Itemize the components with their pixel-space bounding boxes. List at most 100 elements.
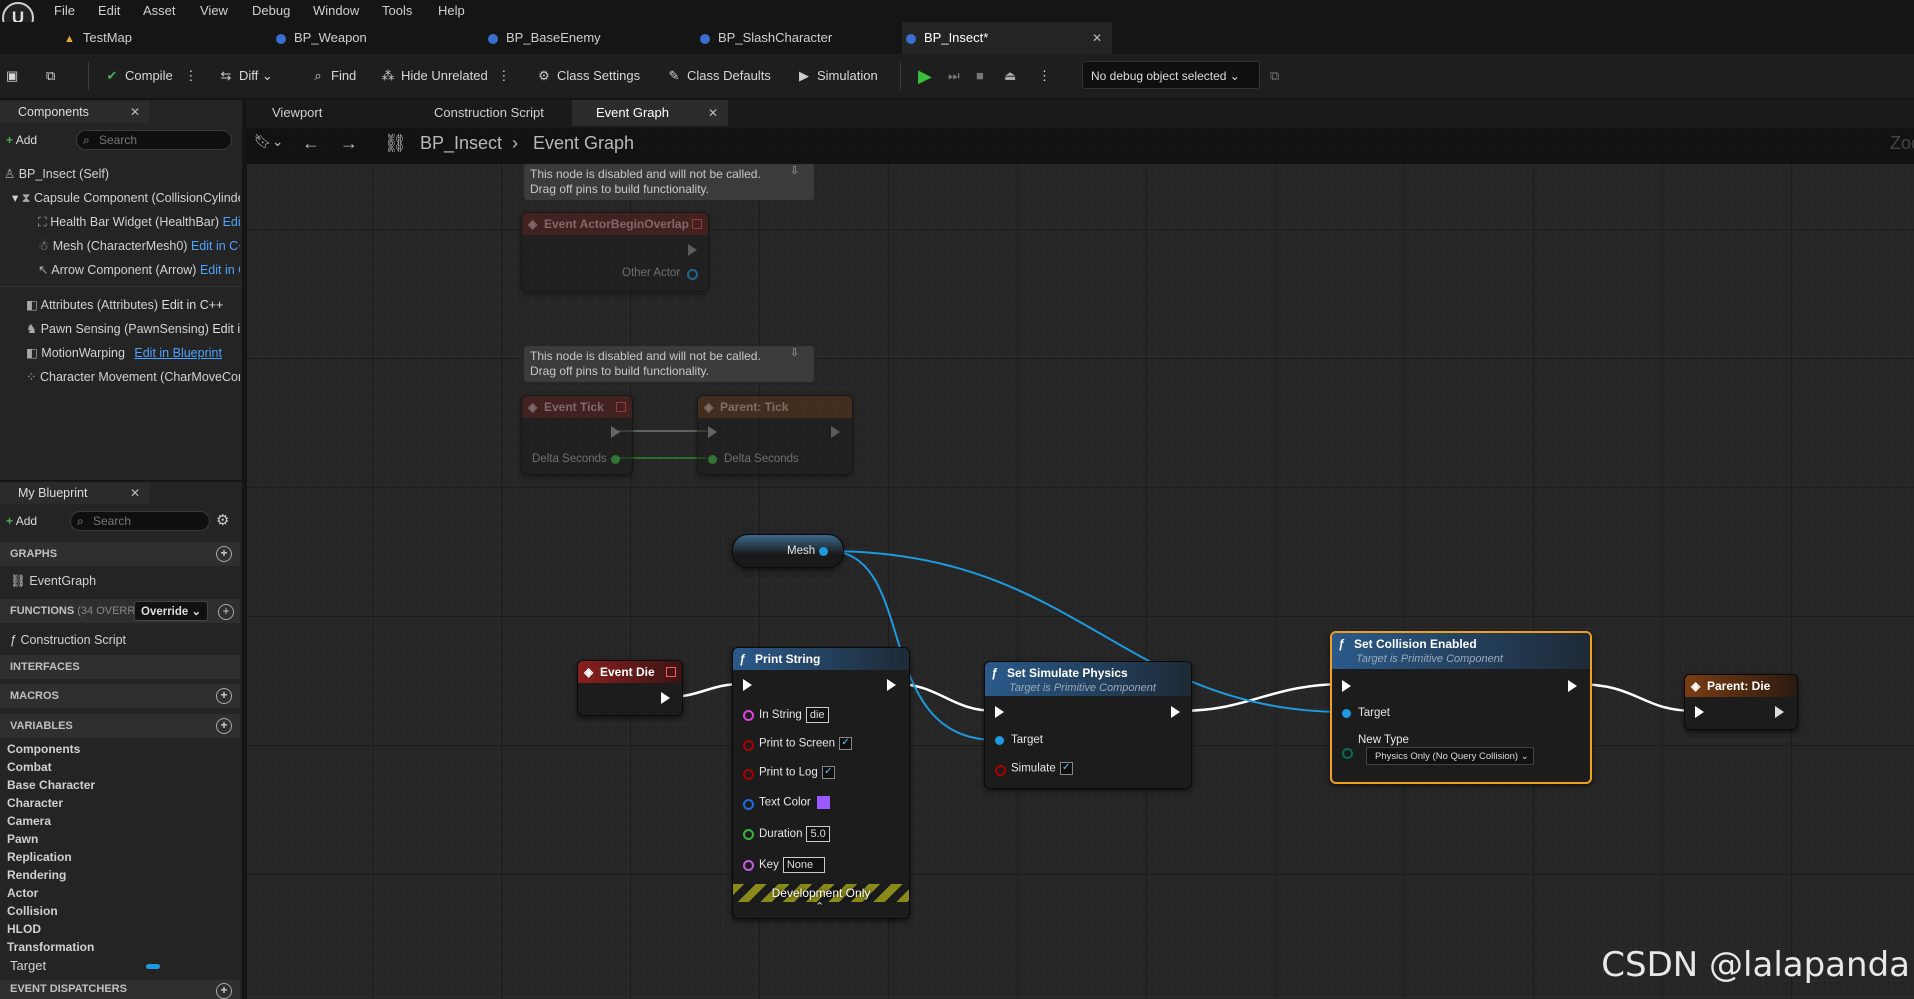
key-row: Key None (759, 857, 825, 873)
back-arrow-icon[interactable]: ← (302, 133, 320, 154)
exec-in-pin[interactable] (1342, 680, 1351, 692)
pin-label: Print to Screen (759, 737, 836, 750)
exec-out-pin[interactable] (831, 426, 840, 438)
object-pin[interactable] (819, 547, 828, 556)
bool-pin[interactable] (743, 769, 754, 780)
struct-pin[interactable] (743, 799, 754, 810)
new-type-dropdown[interactable]: Physics Only (No Query Collision) ⌄ (1366, 747, 1534, 765)
node-mesh-getter[interactable]: Mesh (732, 534, 844, 568)
name-pin[interactable] (743, 860, 754, 871)
node-parent-tick[interactable]: ◈ Parent: Tick Delta Seconds (697, 395, 853, 475)
pin-label: Key (759, 859, 779, 872)
breadcrumb-leaf[interactable]: Event Graph (533, 133, 634, 154)
object-pin[interactable] (1342, 709, 1351, 718)
bookmark-icon[interactable]: 🔖︎⌄ (254, 133, 284, 150)
node-subtitle: Target is Primitive Component (1356, 653, 1503, 665)
node-title: Event Die (600, 665, 655, 679)
object-pin[interactable] (687, 269, 698, 280)
node-title: Mesh (787, 545, 816, 557)
pin-icon[interactable]: ⇩ (790, 164, 799, 177)
exec-out-pin[interactable] (661, 692, 670, 704)
exec-out-pin[interactable] (887, 679, 896, 691)
pin-label: Print to Log (759, 766, 818, 779)
function-icon: ƒ (991, 666, 998, 680)
delegate-pin-icon[interactable] (692, 219, 702, 229)
print-log-row: Print to Log ✓ (759, 766, 835, 779)
node-subtitle: Target is Primitive Component (1009, 682, 1156, 694)
exec-out-pin[interactable] (611, 426, 620, 438)
pin-label: In String (759, 709, 802, 722)
new-type-value: Physics Only (No Query Collision) (1375, 751, 1519, 762)
node-print-string[interactable]: ƒ Print String In String die Print to Scre… (732, 647, 910, 919)
pin-label: Text Color (759, 796, 811, 809)
float-pin[interactable] (611, 455, 620, 464)
chevron-down-icon: ⌄ (1520, 751, 1529, 762)
node-title: Parent: Tick (720, 400, 789, 414)
pin-label: Other Actor (622, 267, 681, 279)
node-title: Set Simulate Physics (1007, 666, 1128, 680)
key-input[interactable]: None (782, 857, 825, 873)
object-pin[interactable] (995, 736, 1004, 745)
exec-out-pin[interactable] (1568, 680, 1577, 692)
chevron-up-icon[interactable]: ⌃ (815, 900, 824, 913)
node-header: ◈ Event Tick (522, 396, 632, 418)
parent-diamond-icon: ◈ (1691, 679, 1701, 693)
pin-label: Simulate (1011, 762, 1056, 775)
in-string-input[interactable]: die (805, 707, 829, 723)
exec-in-pin[interactable] (1695, 706, 1704, 718)
node-header: ƒ Print String (733, 648, 909, 670)
node-set-collision-enabled[interactable]: ƒ Set Collision Enabled Target is Primiti… (1330, 631, 1592, 784)
node-header: ◈ Event Die (578, 661, 682, 683)
node-set-simulate-physics[interactable]: ƒ Set Simulate Physics Target is Primitiv… (984, 661, 1192, 789)
node-parent-die[interactable]: ◈ Parent: Die (1684, 674, 1798, 730)
duration-input[interactable]: 5.0 (806, 826, 830, 842)
delegate-pin-icon[interactable] (666, 667, 676, 677)
pin-label: Delta Seconds (724, 453, 799, 465)
forward-arrow-icon[interactable]: → (340, 133, 358, 154)
exec-in-pin[interactable] (743, 679, 752, 691)
print-screen-checkbox[interactable]: ✓ (839, 737, 853, 750)
bool-pin[interactable] (995, 765, 1006, 776)
pin-icon[interactable]: ⇩ (790, 346, 799, 359)
color-swatch[interactable] (816, 796, 830, 809)
exec-out-pin[interactable] (688, 244, 697, 256)
node-event-actorbeginoverlap[interactable]: ◈ Event ActorBeginOverlap Other Actor (521, 212, 709, 292)
event-diamond-icon: ◈ (528, 217, 538, 231)
node-event-die[interactable]: ◈ Event Die (577, 660, 683, 716)
parent-diamond-icon: ◈ (704, 400, 714, 414)
delegate-pin-icon[interactable] (616, 402, 626, 412)
event-diamond-icon: ◈ (584, 665, 594, 679)
node-title: Event Tick (544, 400, 604, 414)
exec-out-pin[interactable] (1171, 706, 1180, 718)
print-log-checkbox[interactable]: ✓ (821, 766, 835, 779)
enum-pin[interactable] (1342, 748, 1353, 759)
bool-pin[interactable] (743, 740, 754, 751)
wire-setcol-parentdie (1574, 682, 1697, 713)
breadcrumb-chevron-icon: › (512, 133, 518, 153)
float-pin[interactable] (708, 455, 717, 464)
string-pin[interactable] (743, 710, 754, 721)
exec-in-pin[interactable] (708, 426, 717, 438)
node-header: ◈ Parent: Tick (698, 396, 852, 418)
zoom-label: Zoom (1890, 133, 1914, 153)
node-header: ◈ Event ActorBeginOverlap (522, 213, 708, 235)
duration-row: Duration 5.0 (759, 826, 830, 842)
node-title: Event ActorBeginOverlap (544, 217, 689, 231)
pin-label: Delta Seconds (532, 453, 607, 465)
exec-in-pin[interactable] (995, 706, 1004, 718)
node-event-tick[interactable]: ◈ Event Tick Delta Seconds (521, 395, 633, 475)
wire-setsim-setcol (1179, 682, 1346, 713)
exec-out-pin[interactable] (1775, 706, 1784, 718)
pin-label: New Type (1358, 734, 1409, 746)
disabled-node-comment: This node is disabled and will not be ca… (524, 164, 814, 200)
pin-label: Target (1358, 707, 1390, 719)
breadcrumb-root[interactable]: BP_Insect (420, 133, 502, 154)
event-diamond-icon: ◈ (528, 400, 538, 414)
simulate-checkbox[interactable]: ✓ (1059, 762, 1073, 775)
float-pin[interactable] (743, 829, 754, 840)
node-title: Set Collision Enabled (1354, 637, 1477, 651)
print-screen-row: Print to Screen ✓ (759, 737, 853, 750)
text-color-row: Text Color (759, 796, 830, 809)
graph-icon: ⛓ (384, 133, 407, 153)
node-title: Parent: Die (1707, 679, 1771, 693)
